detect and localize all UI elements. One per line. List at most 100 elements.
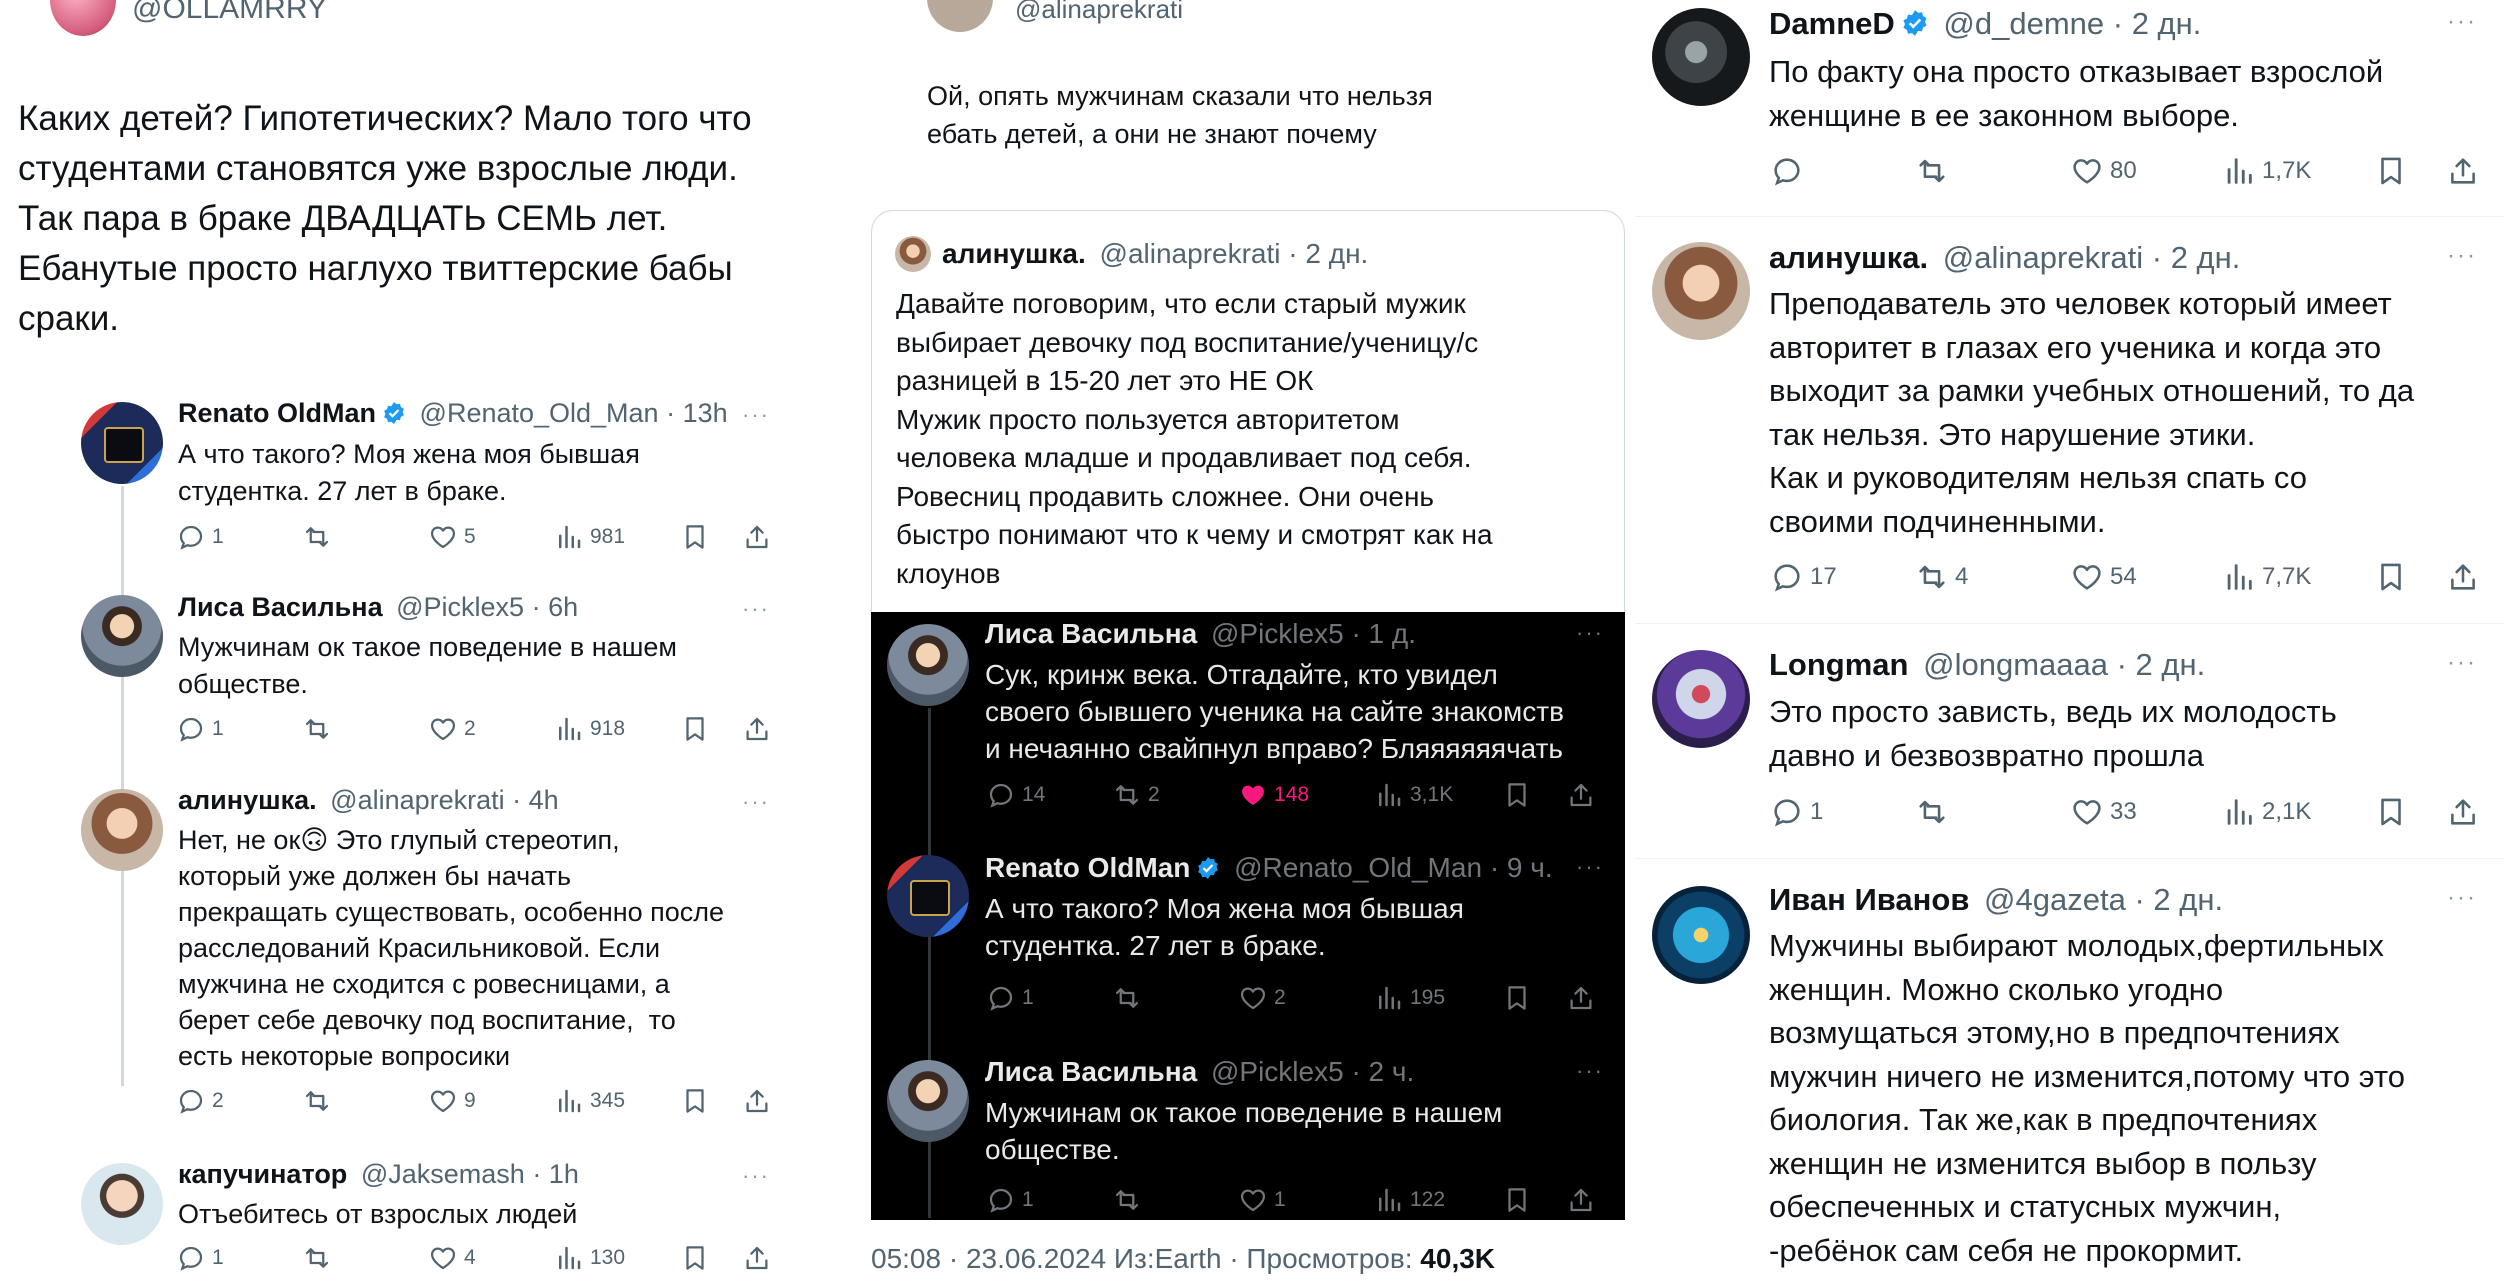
retweet-button[interactable]	[1112, 983, 1142, 1013]
display-name[interactable]: Лиса Васильна	[985, 1056, 1197, 1087]
share-button[interactable]	[2446, 795, 2480, 829]
views-button[interactable]: 195	[1374, 983, 1445, 1013]
views-button[interactable]: 130	[554, 1243, 625, 1273]
timestamp[interactable]: · 6h	[532, 592, 579, 622]
avatar[interactable]	[81, 1163, 163, 1245]
avatar[interactable]	[1652, 8, 1750, 106]
views-button[interactable]: 3,1K	[1374, 780, 1453, 810]
reply-button[interactable]: 2	[176, 1086, 224, 1116]
timestamp[interactable]: · 4h	[512, 785, 559, 815]
handle[interactable]: @Renato_Old_Man	[420, 398, 659, 428]
like-button[interactable]: 54	[2070, 560, 2137, 594]
retweet-button[interactable]: 4	[1915, 560, 1968, 594]
bookmark-button[interactable]	[2374, 560, 2408, 594]
author-handle[interactable]: @OLLAMRRY	[132, 0, 327, 26]
bookmark-button[interactable]	[1502, 1185, 1532, 1215]
timestamp[interactable]: · 1h	[532, 1159, 579, 1189]
share-button[interactable]	[742, 714, 772, 744]
like-button[interactable]: 148	[1238, 780, 1309, 810]
share-button[interactable]	[1566, 780, 1596, 810]
bookmark-button[interactable]	[680, 714, 710, 744]
bookmark-button[interactable]	[1502, 983, 1532, 1013]
share-button[interactable]	[742, 1243, 772, 1273]
like-button[interactable]: 1	[1238, 1185, 1286, 1215]
reply-button[interactable]: 1	[986, 1185, 1034, 1215]
timestamp[interactable]: · 2 дн.	[2152, 240, 2241, 275]
views-button[interactable]: 1,7K	[2222, 154, 2311, 188]
like-button[interactable]: 5	[428, 522, 476, 552]
timestamp[interactable]: · 2 ч.	[1351, 1056, 1414, 1087]
views-button[interactable]: 981	[554, 522, 625, 552]
like-button[interactable]: 2	[1238, 983, 1286, 1013]
like-button[interactable]: 2	[428, 714, 476, 744]
display-name[interactable]: Renato OldMan	[178, 398, 376, 428]
like-button[interactable]: 4	[428, 1243, 476, 1273]
views-button[interactable]: 122	[1374, 1185, 1445, 1215]
reply-button[interactable]: 1	[176, 714, 224, 744]
avatar[interactable]	[81, 789, 163, 871]
quoted-tweet[interactable]: алинушка. @alinaprekrati · 2 дн. Давайте…	[871, 210, 1625, 612]
display-name[interactable]: алинушка.	[1769, 240, 1928, 275]
reply-button[interactable]: 1	[176, 1243, 224, 1273]
retweet-button[interactable]	[302, 1086, 332, 1116]
retweet-button[interactable]	[302, 714, 332, 744]
avatar[interactable]	[81, 595, 163, 677]
avatar[interactable]	[81, 402, 163, 484]
views-button[interactable]: 7,7K	[2222, 560, 2311, 594]
retweet-button[interactable]	[302, 522, 332, 552]
handle[interactable]: @Picklex5	[1211, 1056, 1344, 1087]
more-icon[interactable]: ···	[2447, 884, 2477, 912]
share-button[interactable]	[1566, 983, 1596, 1013]
views-button[interactable]: 918	[554, 714, 625, 744]
share-button[interactable]	[742, 1086, 772, 1116]
display-name[interactable]: DamneD	[1769, 6, 1895, 41]
display-name[interactable]: Longman	[1769, 647, 1909, 682]
like-button[interactable]: 33	[2070, 795, 2137, 829]
more-icon[interactable]: ···	[2447, 8, 2477, 36]
avatar[interactable]	[1652, 650, 1750, 748]
more-icon[interactable]: ···	[742, 789, 770, 815]
display-name[interactable]: капучинатор	[178, 1159, 347, 1189]
views-button[interactable]: 345	[554, 1086, 625, 1116]
retweet-button[interactable]	[1112, 1185, 1142, 1215]
display-name[interactable]: Лиса Васильна	[985, 618, 1197, 649]
reply-button[interactable]: 17	[1770, 560, 1837, 594]
display-name[interactable]: Иван Иванов	[1769, 882, 1969, 917]
more-icon[interactable]: ···	[742, 1163, 770, 1189]
timestamp[interactable]: · 1 д.	[1351, 618, 1416, 649]
timestamp[interactable]: · 2 дн.	[2134, 882, 2223, 917]
handle[interactable]: @Jaksemash	[361, 1159, 525, 1189]
avatar[interactable]	[887, 855, 969, 937]
reply-button[interactable]: 1	[176, 522, 224, 552]
display-name[interactable]: Renato OldMan	[985, 852, 1190, 883]
share-button[interactable]	[2446, 560, 2480, 594]
more-icon[interactable]: ···	[742, 402, 770, 428]
like-button[interactable]: 9	[428, 1086, 476, 1116]
more-icon[interactable]: ···	[2447, 649, 2477, 677]
bookmark-button[interactable]	[680, 1243, 710, 1273]
timestamp[interactable]: · 2 дн.	[2113, 6, 2202, 41]
timestamp[interactable]: · 2 дн.	[2117, 647, 2206, 682]
bookmark-button[interactable]	[2374, 795, 2408, 829]
avatar[interactable]	[1652, 242, 1750, 340]
like-button[interactable]: 80	[2070, 154, 2137, 188]
retweet-button[interactable]	[302, 1243, 332, 1273]
share-button[interactable]	[742, 522, 772, 552]
reply-button[interactable]: 1	[1770, 795, 1823, 829]
retweet-button[interactable]	[1915, 795, 1949, 829]
views-button[interactable]: 2,1K	[2222, 795, 2311, 829]
reply-button[interactable]	[1770, 154, 1804, 188]
handle[interactable]: @Renato_Old_Man	[1234, 852, 1482, 883]
share-button[interactable]	[2446, 154, 2480, 188]
bookmark-button[interactable]	[680, 1086, 710, 1116]
retweet-button[interactable]	[1915, 154, 1949, 188]
timestamp[interactable]: · 13h	[666, 398, 728, 428]
avatar[interactable]	[50, 0, 116, 36]
avatar[interactable]	[927, 0, 993, 32]
reply-button[interactable]: 14	[986, 780, 1045, 810]
display-name[interactable]: Лиса Васильна	[178, 592, 383, 622]
bookmark-button[interactable]	[2374, 154, 2408, 188]
more-icon[interactable]: ···	[1576, 1058, 1604, 1084]
handle[interactable]: @d_demne	[1943, 6, 2104, 41]
avatar[interactable]	[1652, 886, 1750, 984]
